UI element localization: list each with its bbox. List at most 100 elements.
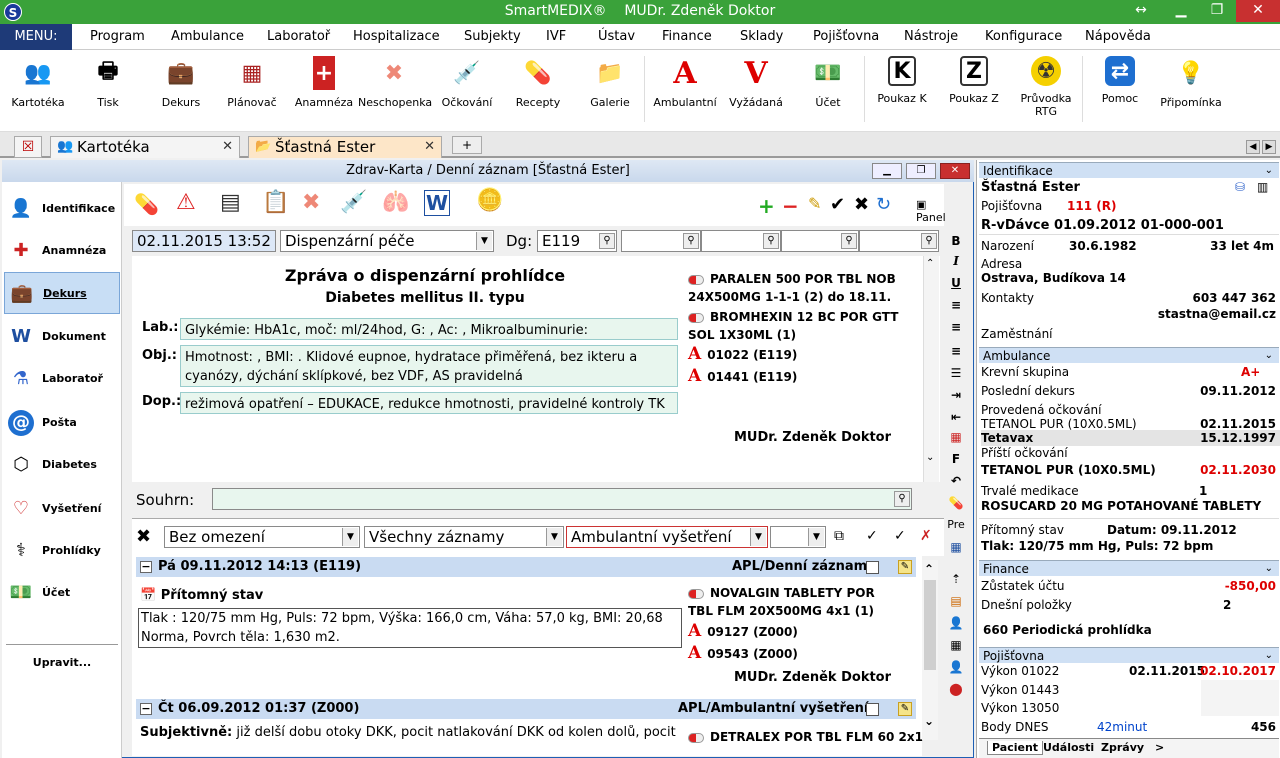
tab-zpravy[interactable]: Zprávy — [1101, 741, 1144, 754]
edit-note-icon[interactable]: ✎ — [898, 560, 912, 574]
nav-laborator[interactable]: ⚗ Laboratoř — [4, 358, 120, 400]
document-list-icon[interactable]: ▤ — [220, 190, 241, 215]
search-icon[interactable]: ⚲ — [599, 233, 615, 249]
finance-header[interactable]: Finance ⌄ — [979, 560, 1279, 576]
record-header[interactable]: − Čt 06.09.2012 01:37 (Z000) APL/Ambulan… — [136, 699, 916, 719]
tab-scroll-left-icon[interactable]: ◀ — [1246, 140, 1260, 154]
resize-icon[interactable]: ↔ — [1122, 0, 1160, 22]
menu-napoveda[interactable]: Nápověda — [1085, 29, 1151, 44]
user-green-icon[interactable]: 👤 — [946, 660, 966, 678]
record-type-select[interactable]: Dispenzární péče ▼ — [280, 230, 494, 252]
nav-dokument[interactable]: W Dokument — [4, 316, 120, 358]
chevron-up-icon[interactable]: ⌃ — [926, 258, 934, 269]
warning-icon[interactable]: ⚠ — [176, 190, 196, 215]
confirm-icon[interactable]: ✔ — [830, 194, 845, 215]
edit-nav-button[interactable]: Upravit... — [6, 656, 118, 669]
indent-icon[interactable]: ⇥ — [946, 388, 966, 402]
procedure-item[interactable]: A 01441 (E119) — [688, 367, 797, 386]
new-tab-button[interactable]: + — [452, 136, 482, 154]
report-scrollbar[interactable]: ⌃ ⌄ — [923, 256, 939, 482]
align-right-icon[interactable]: ≡ — [946, 344, 966, 358]
color-grid-icon[interactable]: ▦ — [946, 430, 966, 444]
bullet-list-icon[interactable]: ☰ — [946, 366, 966, 380]
minimize-icon[interactable]: ▁ — [1162, 0, 1200, 22]
main-menu-button[interactable]: MENU: — [0, 24, 72, 50]
obj-text[interactable]: Hmotnost: , BMI: . Klidové eupnoe, hydra… — [180, 345, 678, 387]
lungs-icon[interactable]: 🫁 — [382, 190, 409, 215]
font-icon[interactable]: F — [946, 452, 966, 466]
menu-finance[interactable]: Finance — [662, 29, 712, 44]
toolbar-vyzadana-button[interactable]: V Vyžádaná — [720, 56, 792, 110]
menu-konfigurace[interactable]: Konfigurace — [985, 29, 1062, 44]
italic-icon[interactable]: I — [946, 254, 966, 268]
prescription-item[interactable]: PARALEN 500 POR TBL NOB 24X500MG 1-1-1 (… — [688, 270, 918, 306]
cancel-icon[interactable]: ✖ — [854, 194, 869, 215]
lab-text[interactable]: Glykémie: HbA1c, moč: ml/24hod, G: , Ac:… — [180, 318, 678, 340]
nav-vysetreni[interactable]: ♡ Vyšetření — [4, 488, 120, 530]
search-icon[interactable]: ⚲ — [683, 233, 699, 249]
prescription-item[interactable]: BROMHEXIN 12 BC POR GTT SOL 1X30ML (1) — [688, 308, 918, 344]
restore-icon[interactable]: ❐ — [906, 163, 936, 179]
uncheck-all-icon[interactable]: ✗ — [920, 528, 932, 544]
toolbar-galerie-button[interactable]: 📁 Galerie — [574, 56, 646, 110]
diagnosis-field-5[interactable]: ⚲ — [859, 230, 939, 252]
nav-identifikace[interactable]: 👤 Identifikace — [4, 188, 120, 230]
toolbar-ambulantni-button[interactable]: A Ambulantní — [649, 56, 721, 110]
clear-filter-icon[interactable]: ✖ — [136, 526, 151, 547]
tab-more[interactable]: > — [1155, 741, 1164, 754]
bold-icon[interactable]: B — [946, 234, 966, 248]
record-header[interactable]: − Pá 09.11.2012 14:13 (E119) APL/Denní z… — [136, 557, 916, 577]
remove-icon[interactable]: − — [782, 194, 799, 218]
database-icon[interactable]: ⛁ — [1235, 180, 1245, 194]
menu-ustav[interactable]: Ústav — [598, 29, 635, 44]
toolbar-poukaz-z-button[interactable]: Z Poukaz Z — [938, 56, 1010, 105]
nav-dekurs[interactable]: 💼 Dekurs — [4, 272, 120, 314]
collapse-icon[interactable]: − — [140, 703, 152, 715]
coins-icon[interactable]: 🪙 — [476, 188, 503, 213]
pills-icon[interactable]: 💊 — [134, 192, 159, 216]
nav-posta[interactable]: @ Pošta — [4, 402, 120, 444]
chevron-down-icon[interactable]: ⌄ — [924, 714, 934, 728]
filter-period-select[interactable]: Bez omezení ▼ — [164, 526, 360, 548]
restore-icon[interactable]: ❐ — [1198, 0, 1236, 22]
clipboard-icon[interactable]: 📋 — [262, 190, 289, 215]
syringe-icon[interactable]: 💉 — [340, 190, 367, 215]
procedure-item[interactable]: A 01022 (E119) — [688, 345, 797, 364]
underline-icon[interactable]: U — [946, 276, 966, 290]
tab-udalosti[interactable]: Události — [1043, 741, 1094, 754]
chevron-down-icon[interactable]: ⌄ — [926, 452, 934, 463]
prescription-item[interactable]: DETRALEX POR TBL FLM 60 2x1 — [688, 728, 923, 746]
check-some-icon[interactable]: ✓ — [894, 528, 906, 544]
menu-pojistovna[interactable]: Pojišťovna — [813, 29, 879, 44]
outdent-icon[interactable]: ⇤ — [946, 410, 966, 424]
identifikace-header[interactable]: Identifikace ⌄ — [979, 162, 1279, 178]
search-icon[interactable]: ⚲ — [894, 491, 910, 507]
close-icon[interactable]: ✕ — [1236, 0, 1280, 22]
filter-records-select[interactable]: Všechny záznamy ▼ — [364, 526, 564, 548]
tab-patient[interactable]: 📂 Šťastná Ester ✕ — [248, 136, 442, 158]
panel-toggle[interactable]: ▣ Panel — [916, 198, 946, 224]
toolbar-planovac-button[interactable]: ▦ Plánovač — [216, 56, 288, 110]
close-all-tabs-icon[interactable]: ☒ — [14, 136, 42, 158]
toolbar-poukaz-k-button[interactable]: K Poukaz K — [866, 56, 938, 105]
toolbar-recepty-button[interactable]: 💊 Recepty — [502, 56, 574, 110]
align-left-icon[interactable]: ≡ — [946, 298, 966, 312]
nav-anamneza[interactable]: ✚ Anamnéza — [4, 230, 120, 272]
doctor-icon[interactable]: 👤 — [946, 616, 966, 634]
align-center-icon[interactable]: ≡ — [946, 320, 966, 334]
tab-kartoteka[interactable]: 👥 Kartotéka ✕ — [50, 136, 240, 158]
preview-button[interactable]: Pre — [946, 518, 966, 531]
filter-type-select[interactable]: Ambulantní vyšetření ▼ — [566, 526, 768, 548]
summary-field[interactable]: ⚲ — [212, 488, 912, 510]
pills-icon[interactable]: 💊 — [946, 496, 966, 510]
pojistovna-header[interactable]: Pojišťovna ⌄ — [979, 647, 1279, 663]
search-icon[interactable]: ⚲ — [841, 233, 857, 249]
calendar-icon[interactable]: ▦ — [946, 638, 966, 656]
diagnosis-field-2[interactable]: ⚲ — [621, 230, 701, 252]
refresh-icon[interactable]: ↻ — [876, 194, 891, 215]
ambulance-header[interactable]: Ambulance ⌄ — [979, 347, 1279, 363]
diagnosis-field[interactable]: E119 ⚲ — [537, 230, 617, 252]
menu-ivf[interactable]: IVF — [546, 29, 566, 44]
menu-laborator[interactable]: Laboratoř — [267, 29, 330, 44]
procedure-item[interactable]: A 09127 (Z000) — [688, 622, 798, 641]
